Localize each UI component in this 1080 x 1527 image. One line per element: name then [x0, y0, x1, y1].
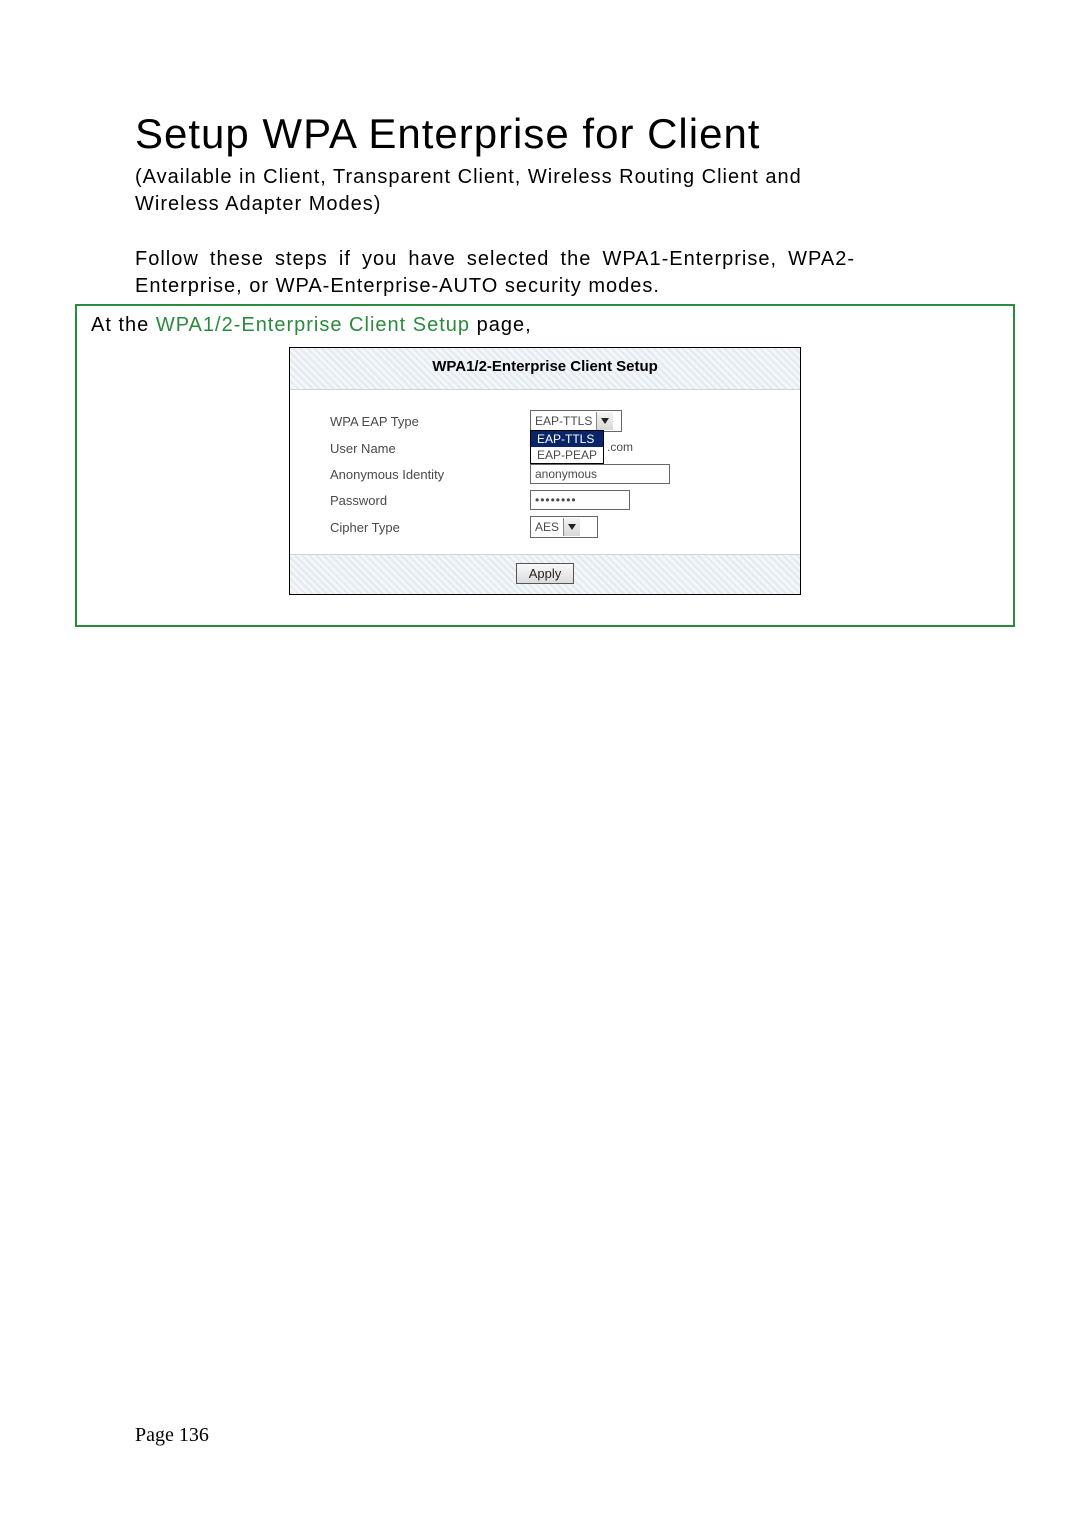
row-password: Password •••••••• [330, 490, 780, 510]
password-input[interactable]: •••••••• [530, 490, 630, 510]
document-page: Setup WPA Enterprise for Client (Availab… [0, 0, 1080, 1527]
chevron-down-icon[interactable] [563, 518, 580, 536]
eap-type-option-peap[interactable]: EAP-PEAP [531, 447, 603, 463]
setup-panel: WPA1/2-Enterprise Client Setup WPA EAP T… [289, 347, 801, 595]
instruction-frame: At the WPA1/2-Enterprise Client Setup pa… [75, 304, 1015, 627]
eap-type-select[interactable]: EAP-TTLS [530, 410, 622, 432]
eap-type-control: EAP-TTLS EAP-TTLS EAP-PEAP [530, 410, 622, 432]
anon-id-value: anonymous [535, 467, 597, 481]
page-title: Setup WPA Enterprise for Client [135, 110, 980, 158]
label-password: Password [330, 493, 530, 508]
instruction-paragraph: Follow these steps if you have selected … [135, 246, 855, 300]
cipher-select[interactable]: AES [530, 516, 598, 538]
frame-lead-highlight: WPA1/2-Enterprise Client Setup [156, 314, 470, 336]
availability-note: (Available in Client, Transparent Client… [135, 164, 855, 218]
page-number: Page 136 [135, 1424, 209, 1447]
label-cipher: Cipher Type [330, 520, 530, 535]
password-value: •••••••• [535, 493, 577, 507]
anon-id-input[interactable]: anonymous [530, 464, 670, 484]
chevron-down-icon[interactable] [596, 412, 613, 430]
row-eap-type: WPA EAP Type EAP-TTLS EAP-TTLS EAP-PEAP [330, 410, 780, 432]
panel-body: WPA EAP Type EAP-TTLS EAP-TTLS EAP-PEAP [290, 390, 800, 554]
label-eap-type: WPA EAP Type [330, 414, 530, 429]
frame-lead-suffix: page, [470, 314, 532, 336]
eap-type-selected: EAP-TTLS [535, 414, 596, 428]
panel-footer: Apply [290, 554, 800, 594]
apply-button[interactable]: Apply [516, 563, 575, 584]
frame-lead: At the WPA1/2-Enterprise Client Setup pa… [91, 314, 999, 337]
label-anon-id: Anonymous Identity [330, 467, 530, 482]
label-user-name: User Name [330, 441, 530, 456]
user-name-visible-suffix: .com [607, 440, 633, 454]
frame-lead-prefix: At the [91, 314, 156, 336]
cipher-selected: AES [535, 520, 563, 534]
row-anon-id: Anonymous Identity anonymous [330, 464, 780, 484]
eap-type-option-ttls[interactable]: EAP-TTLS [531, 431, 603, 447]
panel-title: WPA1/2-Enterprise Client Setup [290, 348, 800, 390]
row-cipher: Cipher Type AES [330, 516, 780, 538]
eap-type-options: EAP-TTLS EAP-PEAP [530, 430, 604, 464]
